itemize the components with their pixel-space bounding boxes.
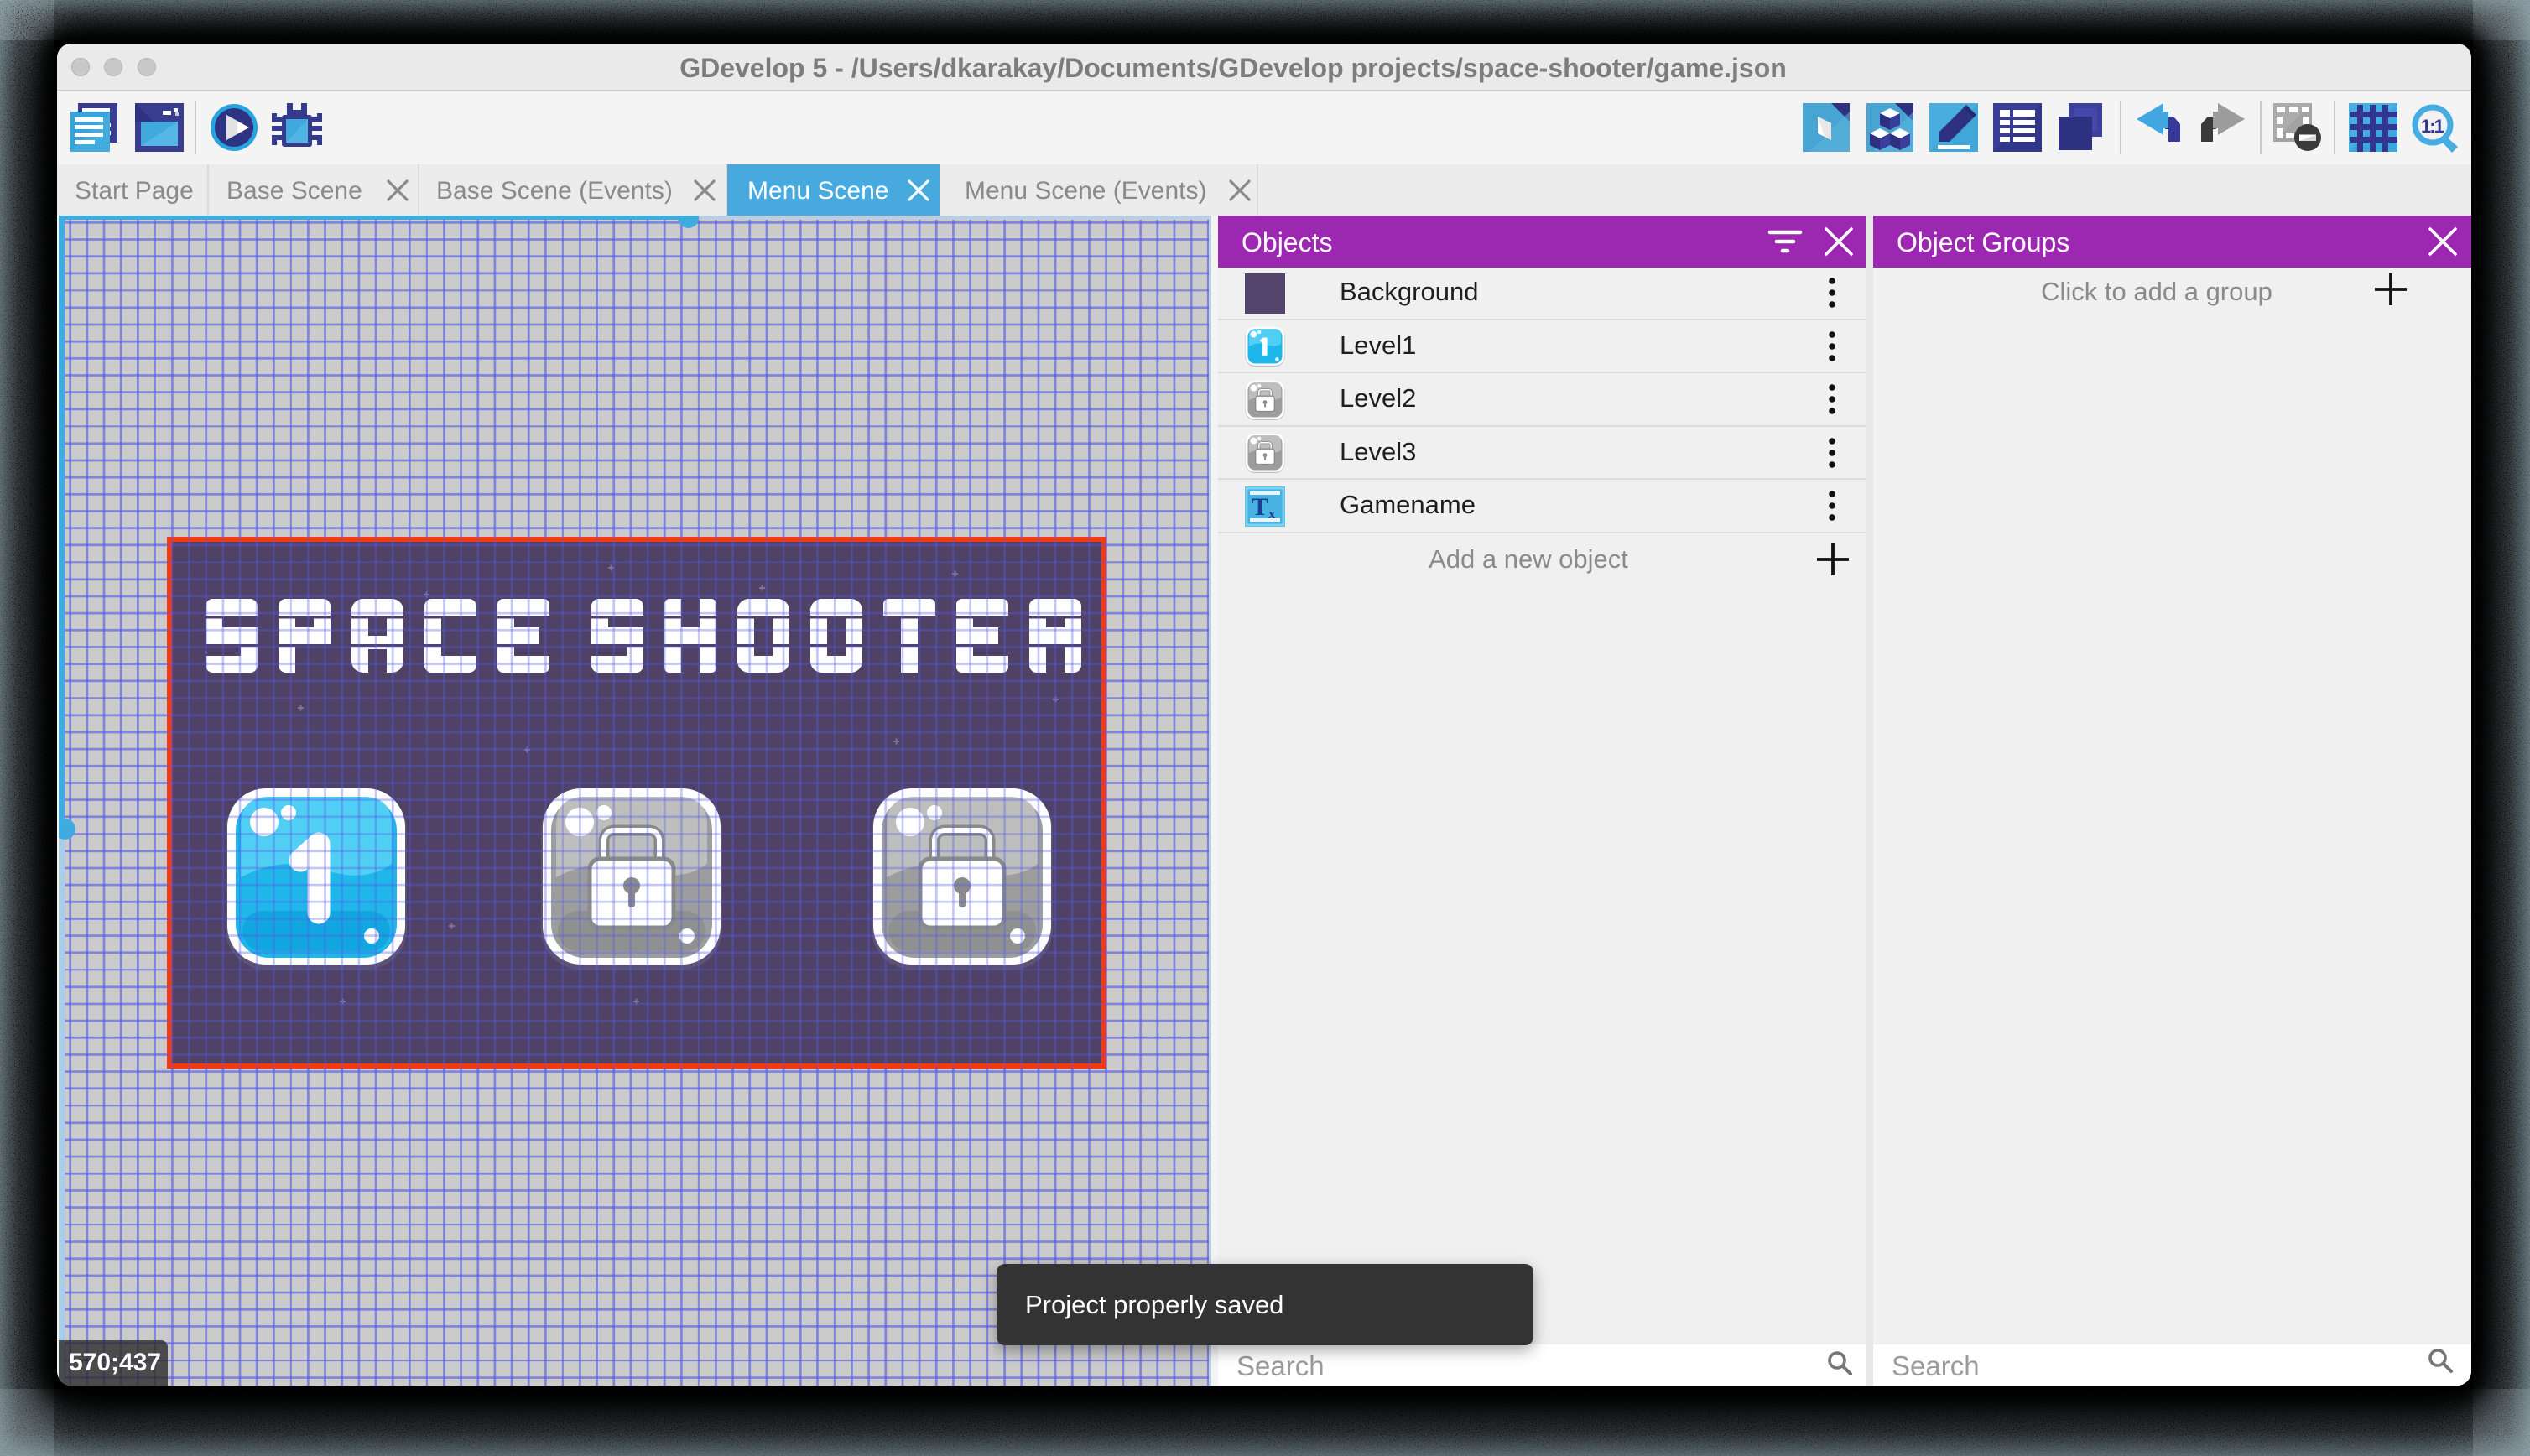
svg-text:T: T xyxy=(1252,493,1268,521)
svg-text:1:1: 1:1 xyxy=(2421,116,2444,137)
svg-text:x: x xyxy=(1268,506,1276,522)
